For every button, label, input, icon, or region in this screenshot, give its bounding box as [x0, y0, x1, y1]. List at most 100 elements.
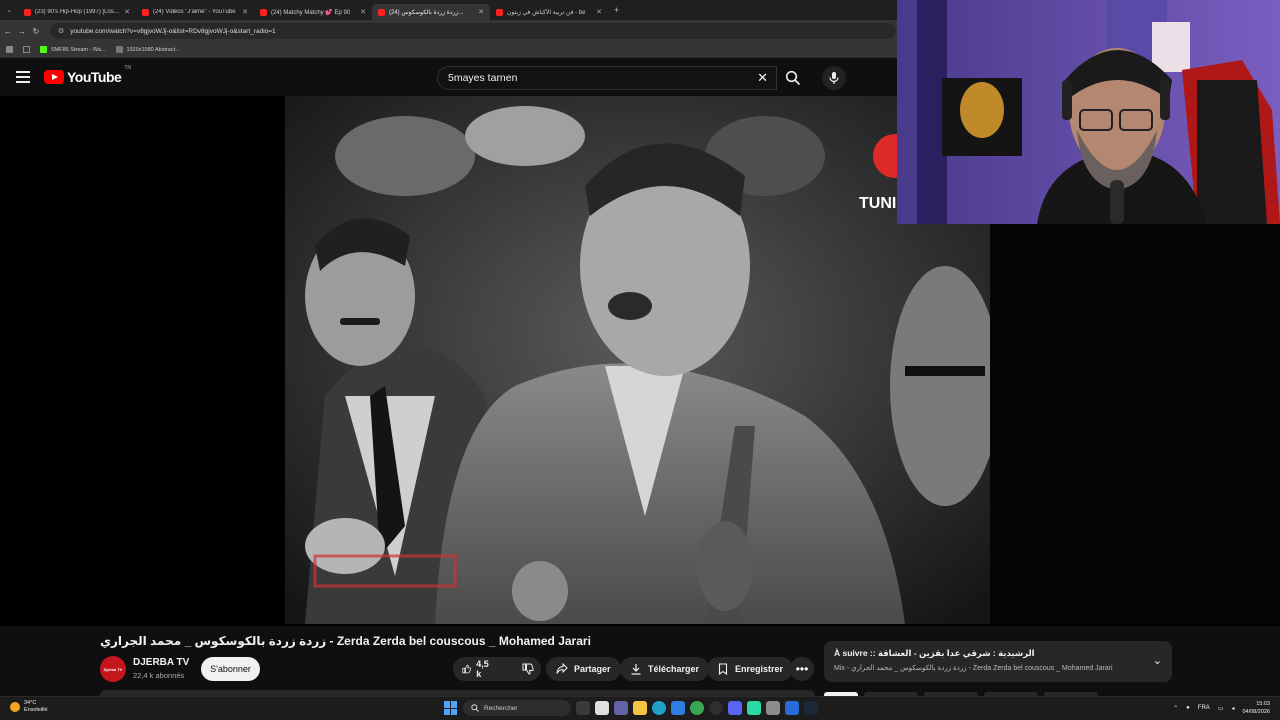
- task-view-icon[interactable]: [576, 701, 590, 715]
- youtube-favicon-icon: [496, 8, 503, 16]
- photos-icon[interactable]: [595, 701, 609, 715]
- close-tab-icon[interactable]: ✕: [478, 8, 484, 16]
- more-actions-button[interactable]: •••: [790, 657, 814, 681]
- browser-tab[interactable]: (23) 90's Hip-Hop (1997) [Lost ... ✕: [18, 4, 136, 20]
- sun-icon: [10, 702, 20, 712]
- youtube-favicon-icon: [378, 8, 385, 16]
- bookmarks-bar: SMF86 Stream - Wa... 1920x1080 Abstract.…: [0, 42, 900, 58]
- menu-icon[interactable]: [16, 71, 30, 83]
- webcam-image: [897, 0, 1280, 224]
- up-next-subtitle: Mix - زردة زردة بالكوسكوس _ محمد الجراري…: [834, 665, 1113, 672]
- youtube-play-icon: [44, 70, 64, 84]
- clock[interactable]: 15:03 04/08/2026: [1242, 700, 1270, 716]
- site-info-icon[interactable]: ⚙: [58, 27, 64, 35]
- tab-search-icon[interactable]: ⌄: [0, 0, 18, 20]
- share-button[interactable]: Partager: [546, 657, 621, 681]
- browser-tab[interactable]: (24) Vidéos "J'aime" - YouTube ✕: [136, 4, 254, 20]
- video-frame[interactable]: TUNI: [285, 96, 990, 624]
- youtube-favicon-icon: [24, 8, 31, 16]
- image-icon: [115, 46, 123, 53]
- taskbar-apps: Rechercher: [444, 700, 818, 716]
- discord-icon[interactable]: [728, 701, 742, 715]
- system-tray: ⌃ ● FRA ▭ ◂ 15:03 04/08/2026: [1173, 700, 1270, 716]
- channel-watermark: TUNI: [859, 195, 896, 212]
- url-text: youtube.com/watch?v=v8gjvoWJj-o&list=RDv…: [70, 27, 276, 35]
- network-icon[interactable]: ▭: [1218, 705, 1224, 712]
- screen: ⌄ (23) 90's Hip-Hop (1997) [Lost ... ✕ (2…: [0, 0, 1280, 720]
- channel-avatar[interactable]: Djerba TV: [100, 656, 126, 682]
- clear-search-icon[interactable]: ✕: [757, 70, 768, 86]
- stream-app-icon[interactable]: [785, 701, 799, 715]
- edge-icon[interactable]: [652, 701, 666, 715]
- reload-icon[interactable]: ↻: [30, 27, 42, 36]
- weather-text: Ensoleillé: [24, 707, 48, 713]
- chevron-down-icon[interactable]: ⌄: [1153, 654, 1162, 667]
- temperature: 34°C: [24, 700, 37, 706]
- video-side-area: [990, 224, 1280, 624]
- apps-icon[interactable]: [6, 46, 13, 53]
- store-icon[interactable]: [671, 701, 685, 715]
- language-indicator[interactable]: FRA: [1198, 705, 1210, 711]
- download-icon: [631, 664, 641, 675]
- url-field[interactable]: ⚙ youtube.com/watch?v=v8gjvoWJj-o&list=R…: [50, 23, 896, 39]
- save-button[interactable]: Enregistrer: [707, 657, 794, 681]
- close-tab-icon[interactable]: ✕: [124, 8, 130, 16]
- date: 04/08/2026: [1242, 709, 1270, 715]
- browser-tab-bar: ⌄ (23) 90's Hip-Hop (1997) [Lost ... ✕ (2…: [0, 0, 900, 20]
- streamer-webcam: [897, 0, 1280, 224]
- chrome-icon[interactable]: [690, 701, 704, 715]
- up-next-title: À suivre :: الرشيدية : شرقي عدا بقزين - …: [834, 648, 1035, 658]
- windows-start-icon[interactable]: [444, 701, 458, 715]
- dislike-button[interactable]: [513, 657, 543, 681]
- close-tab-icon[interactable]: ✕: [596, 8, 602, 16]
- weather-widget[interactable]: 34°C Ensoleillé: [10, 700, 48, 714]
- steam-icon[interactable]: [804, 701, 818, 715]
- thumbs-down-icon: [522, 663, 534, 675]
- close-tab-icon[interactable]: ✕: [360, 8, 366, 16]
- obs-icon[interactable]: [709, 701, 723, 715]
- like-button[interactable]: 4,5 k: [453, 657, 501, 681]
- file-explorer-icon[interactable]: [633, 701, 647, 715]
- browser-tab[interactable]: (24) Matchy Matchy 💕 Ep 90 ✕: [254, 4, 372, 20]
- subscriber-count: 22,4 k abonnés: [133, 671, 185, 680]
- share-icon: [556, 663, 568, 674]
- youtube-favicon-icon: [142, 8, 149, 16]
- subscribe-button[interactable]: S'abonner: [201, 657, 260, 681]
- forward-icon[interactable]: →: [16, 27, 28, 36]
- close-tab-icon[interactable]: ✕: [242, 8, 248, 16]
- address-bar: ← → ↻ ⚙ youtube.com/watch?v=v8gjvoWJj-o&…: [0, 20, 900, 42]
- chevron-up-icon[interactable]: ⌃: [1173, 705, 1178, 712]
- microphone-icon: [829, 72, 839, 84]
- search-icon: [471, 704, 479, 712]
- bookmark-item[interactable]: SMF86 Stream - Wa...: [40, 46, 106, 53]
- search-input[interactable]: 5mayes tarnen ✕: [437, 66, 777, 90]
- browser-tab[interactable]: فن تربية الأكباش في زيتون - be ✕: [490, 4, 608, 20]
- search-button[interactable]: [777, 66, 809, 90]
- teams-icon[interactable]: [614, 701, 628, 715]
- media-icon[interactable]: [766, 701, 780, 715]
- youtube-logo[interactable]: YouTube TN: [44, 65, 131, 85]
- taskbar-search[interactable]: Rechercher: [463, 700, 571, 716]
- grid-icon[interactable]: [23, 46, 30, 53]
- time: 15:03: [1256, 701, 1270, 707]
- bookmark-icon: [718, 663, 728, 675]
- new-tab-button[interactable]: +: [608, 5, 625, 15]
- voice-search-button[interactable]: [822, 66, 846, 90]
- youtube-header: YouTube TN 5mayes tarnen ✕: [0, 58, 900, 96]
- more-icon: •••: [795, 662, 809, 676]
- like-dislike-group: 4,5 k: [453, 657, 541, 681]
- kick-icon: [40, 46, 47, 53]
- up-next-card[interactable]: À suivre :: الرشيدية : شرقي عدا بقزين - …: [824, 641, 1172, 682]
- bookmark-item[interactable]: 1920x1080 Abstract...: [115, 46, 180, 53]
- download-button[interactable]: Télécharger: [620, 657, 710, 681]
- search-icon: [785, 70, 801, 86]
- channel-name[interactable]: DJERBA TV: [133, 657, 189, 668]
- back-icon[interactable]: ←: [2, 27, 14, 36]
- app-icon[interactable]: [747, 701, 761, 715]
- video-still: TUNI: [285, 96, 990, 624]
- browser-tab-active[interactable]: (24) زردة زردة بالكوسكوس... ✕: [372, 4, 490, 20]
- volume-icon[interactable]: ◂: [1231, 705, 1234, 712]
- microphone-tray-icon[interactable]: ●: [1186, 705, 1190, 711]
- thumbs-up-icon: [462, 664, 471, 674]
- windows-taskbar: 34°C Ensoleillé Rechercher ⌃ ● FRA ▭ ◂ 1…: [0, 696, 1280, 720]
